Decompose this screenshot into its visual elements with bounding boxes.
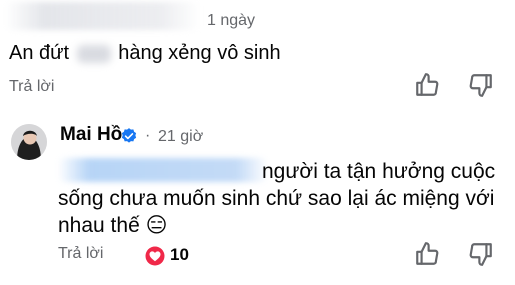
thumbs-down-icon[interactable] <box>468 72 494 98</box>
comment-text: người ta tận hưởng cuộc sống chưa muốn s… <box>58 158 498 239</box>
comment-text-line1: người ta tận hưởng cuộc <box>262 160 496 183</box>
comment-text-part2: hàng xẻng vô sinh <box>118 42 281 64</box>
comment-time: 1 ngày <box>207 12 256 29</box>
heart-reaction-icon[interactable] <box>145 246 165 266</box>
redacted-word <box>76 44 111 63</box>
avatar[interactable] <box>11 124 47 160</box>
author-name[interactable]: Mai Hồ <box>60 124 122 146</box>
thumbs-up-icon[interactable] <box>414 241 440 267</box>
redacted-author-name <box>5 2 200 30</box>
thumbs-up-icon[interactable] <box>414 72 440 98</box>
comment-text: An đứt hàng xẻng vô sinh <box>9 42 281 65</box>
reply-button[interactable]: Trả lời <box>9 78 54 96</box>
emoji: 😑 <box>145 214 168 237</box>
verified-badge-icon <box>121 128 137 143</box>
reaction-count[interactable]: 10 <box>170 245 189 265</box>
comment-text-part1: An đứt <box>9 42 70 64</box>
reply-button[interactable]: Trả lời <box>58 245 103 263</box>
separator-dot: · <box>145 127 151 144</box>
comment-text-rest: sống chưa muốn sinh chứ sao lại ác miệng… <box>58 187 495 237</box>
thumbs-down-icon[interactable] <box>468 241 494 267</box>
avatar-image <box>11 124 47 160</box>
comment-time: 21 giờ <box>158 128 204 145</box>
